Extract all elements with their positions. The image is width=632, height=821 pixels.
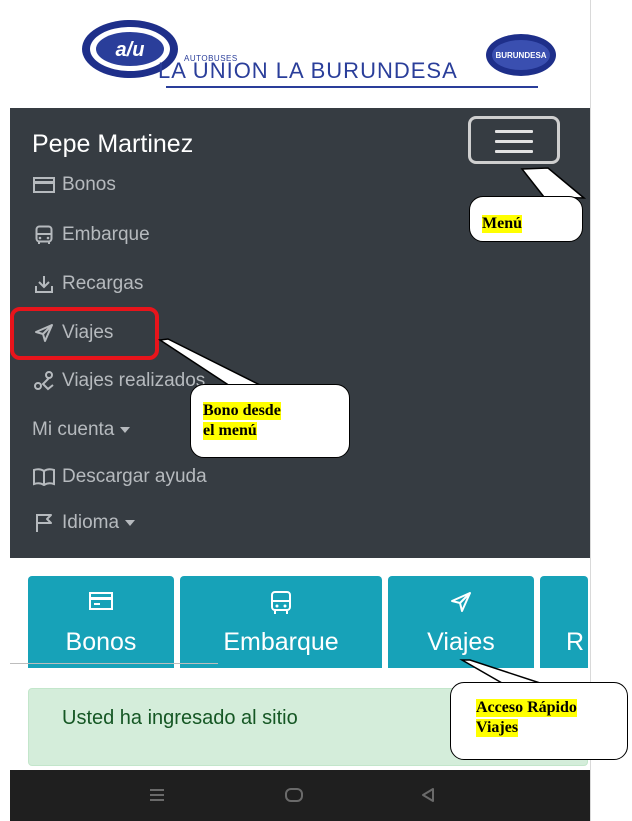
- flag-icon: [32, 512, 56, 534]
- menu-item-label: Recargas: [62, 273, 144, 294]
- user-name: Pepe Martinez: [32, 130, 194, 158]
- quick-label: R: [566, 628, 585, 656]
- menu-item-recargas[interactable]: Recargas: [32, 269, 143, 299]
- quick-bonos-button[interactable]: Bonos: [28, 576, 174, 668]
- nav-menu: Pepe Martinez Bonos Embarque Recargas Vi…: [10, 108, 590, 558]
- send-icon: [388, 590, 534, 618]
- quick-embarque-button[interactable]: Embarque: [180, 576, 382, 668]
- quick-recargas-button[interactable]: R: [540, 576, 588, 668]
- logo-right-text: BURUNDESA: [495, 51, 546, 60]
- menu-item-label: Mi cuenta: [32, 419, 115, 440]
- menu-item-label: Embarque: [62, 224, 150, 245]
- quick-label: Embarque: [223, 628, 339, 656]
- menu-item-viajes-realizados[interactable]: Viajes realizados: [32, 366, 205, 396]
- menu-item-embarque[interactable]: Embarque: [32, 220, 150, 250]
- burundesa-logo: BURUNDESA: [486, 34, 556, 76]
- menu-item-label: Descargar ayuda: [62, 466, 207, 487]
- hamburger-icon: [495, 130, 533, 160]
- callout-acceso-line1: Acceso Rápido: [476, 699, 577, 717]
- quick-label: Bonos: [65, 628, 137, 656]
- callout-menu: Menú: [469, 196, 583, 242]
- callout-bono-line2: el menú: [203, 422, 257, 440]
- bus-icon: [180, 590, 382, 618]
- quick-viajes-button[interactable]: Viajes: [388, 576, 534, 668]
- menu-item-idioma[interactable]: Idioma: [32, 508, 136, 538]
- menu-item-bonos[interactable]: Bonos: [32, 170, 116, 200]
- download-icon: [32, 273, 56, 295]
- system-nav-bar: [10, 770, 590, 821]
- logo-underline: [166, 86, 538, 88]
- route-icon: [32, 370, 56, 392]
- card-icon: [32, 174, 56, 196]
- callout-acceso-line2: Viajes: [476, 719, 519, 737]
- quick-access-bar: Bonos Embarque Viajes R: [28, 576, 588, 668]
- callout-bono: Bono desde el menú: [190, 384, 350, 458]
- quick-label: Viajes: [427, 628, 495, 656]
- home-icon[interactable]: [284, 786, 304, 804]
- callout-acceso: Acceso Rápido Viajes: [450, 682, 628, 760]
- callout-bono-line1: Bono desde: [203, 402, 281, 420]
- caret-down-icon: [125, 520, 136, 526]
- divider: [10, 663, 218, 664]
- highlight-viajes-box: [10, 307, 159, 360]
- menu-item-label: Bonos: [62, 174, 116, 195]
- bus-icon: [32, 224, 56, 246]
- menu-item-label: Viajes realizados: [62, 370, 206, 391]
- menu-item-descargar-ayuda[interactable]: Descargar ayuda: [32, 462, 207, 492]
- recents-icon[interactable]: [148, 786, 166, 804]
- menu-item-label: Idioma: [62, 512, 120, 533]
- logo-main-text: LA UNION LA BURUNDESA: [158, 58, 458, 83]
- back-icon[interactable]: [420, 786, 436, 804]
- callout-menu-text: Menú: [482, 215, 522, 233]
- logo-left-text: a/u: [116, 39, 145, 61]
- menu-item-mi-cuenta[interactable]: Mi cuenta: [32, 415, 131, 445]
- caret-down-icon: [120, 427, 131, 433]
- app-header: a/u AUTOBUSES LA UNION LA BURUNDESA BURU…: [10, 0, 590, 108]
- menu-toggle-button[interactable]: [468, 116, 560, 164]
- book-icon: [32, 466, 56, 488]
- alert-text: Usted ha ingresado al sitio: [62, 707, 298, 729]
- card-icon: [28, 590, 174, 618]
